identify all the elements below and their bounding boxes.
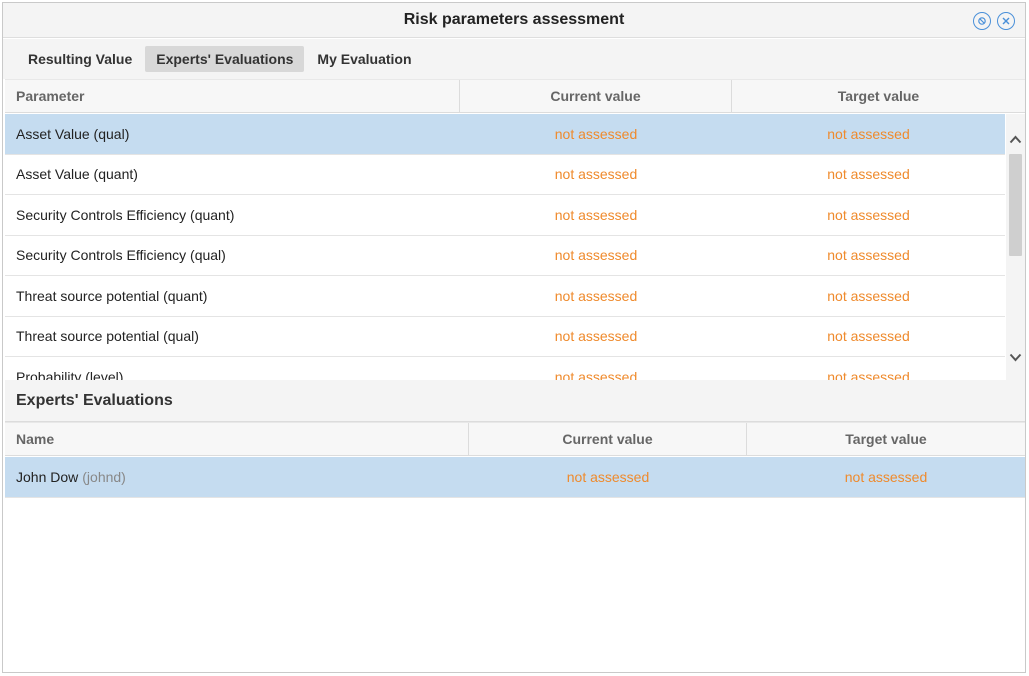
- table-row[interactable]: Security Controls Efficiency (quant) not…: [5, 195, 1005, 236]
- target-value: not assessed: [827, 247, 910, 264]
- column-header-current-value[interactable]: Current value: [460, 80, 732, 112]
- scrollbar-thumb[interactable]: [1009, 154, 1022, 256]
- target-value: not assessed: [827, 287, 910, 304]
- current-value: not assessed: [554, 166, 638, 183]
- expert-name: John Dow: [16, 468, 79, 485]
- table-row[interactable]: John Dow (johnd) not assessed not assesse…: [5, 457, 1025, 498]
- column-header-name[interactable]: Name: [5, 423, 469, 455]
- target-value: not assessed: [827, 368, 910, 380]
- parameters-table-body: Asset Value (qual) not assessed not asse…: [5, 114, 1005, 380]
- tab-experts-evaluations[interactable]: Experts' Evaluations: [145, 46, 305, 72]
- target-value: not assessed: [827, 206, 910, 223]
- table-row[interactable]: Probability (level) not assessed not ass…: [5, 357, 1005, 380]
- column-header-target-value[interactable]: Target value: [747, 423, 1025, 455]
- window-title: Risk parameters assessment: [403, 11, 625, 28]
- current-value: not assessed: [554, 287, 638, 304]
- current-value: not assessed: [554, 328, 638, 345]
- parameter-name: Asset Value (qual): [16, 125, 130, 142]
- current-value: not assessed: [554, 125, 638, 142]
- current-value: not assessed: [554, 247, 638, 264]
- column-header-current-value[interactable]: Current value: [469, 423, 747, 455]
- column-header-parameter[interactable]: Parameter: [5, 80, 460, 112]
- target-value: not assessed: [827, 328, 910, 345]
- expert-login: (johnd): [82, 468, 126, 485]
- tab-bar: Resulting Value Experts' Evaluations My …: [3, 39, 1025, 79]
- vertical-scrollbar[interactable]: [1006, 114, 1025, 380]
- target-value: not assessed: [844, 468, 928, 485]
- current-value: not assessed: [554, 206, 638, 223]
- table-row[interactable]: Threat source potential (quant) not asse…: [5, 276, 1005, 317]
- experts-table-header: Name Current value Target value: [5, 422, 1025, 456]
- parameter-name: Security Controls Efficiency (quant): [16, 206, 235, 223]
- parameter-name: Probability (level): [16, 368, 124, 380]
- current-value: not assessed: [554, 368, 638, 380]
- tab-my-evaluation[interactable]: My Evaluation: [306, 46, 422, 72]
- target-value: not assessed: [827, 125, 910, 142]
- close-circle-icon[interactable]: [997, 12, 1015, 30]
- experts-table-body: John Dow (johnd) not assessed not assesse…: [5, 457, 1025, 498]
- table-row[interactable]: Threat source potential (qual) not asses…: [5, 316, 1005, 357]
- target-value: not assessed: [827, 166, 910, 183]
- risk-parameters-window: Risk parameters assessment Resulting Val…: [2, 2, 1026, 673]
- experts-section-title: Experts' Evaluations: [5, 380, 1025, 422]
- table-row[interactable]: Asset Value (qual) not assessed not asse…: [5, 114, 1005, 155]
- expert-name-cell: John Dow (johnd): [5, 469, 469, 485]
- column-header-target-value[interactable]: Target value: [732, 80, 1025, 112]
- parameter-name: Asset Value (quant): [16, 166, 138, 183]
- title-bar: Risk parameters assessment: [3, 3, 1025, 38]
- table-row[interactable]: Security Controls Efficiency (qual) not …: [5, 235, 1005, 276]
- current-value: not assessed: [566, 468, 650, 485]
- chevron-up-icon[interactable]: [1008, 132, 1023, 146]
- parameter-name: Threat source potential (quant): [16, 287, 208, 304]
- parameter-name: Threat source potential (qual): [16, 328, 199, 345]
- parameter-name: Security Controls Efficiency (qual): [16, 247, 226, 264]
- chevron-down-icon[interactable]: [1008, 350, 1023, 364]
- settings-circle-icon[interactable]: [973, 12, 991, 30]
- parameters-table-header: Parameter Current value Target value: [5, 79, 1025, 113]
- table-row[interactable]: Asset Value (quant) not assessed not ass…: [5, 154, 1005, 195]
- tab-resulting-value[interactable]: Resulting Value: [17, 46, 143, 72]
